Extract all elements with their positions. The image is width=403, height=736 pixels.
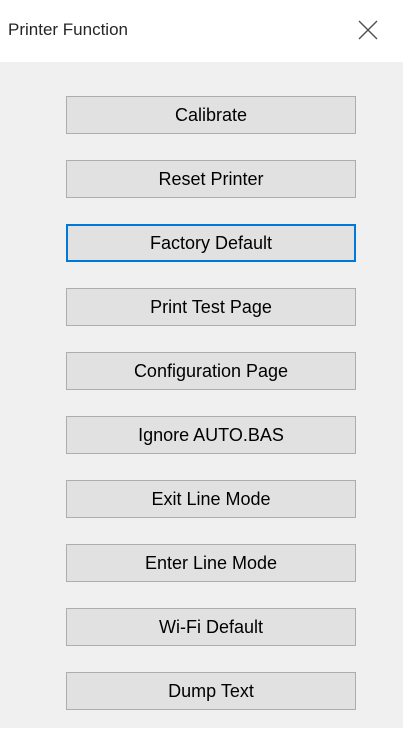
close-icon [358, 20, 378, 40]
ignore-auto-bas-button[interactable]: Ignore AUTO.BAS [66, 416, 356, 454]
dump-text-button[interactable]: Dump Text [66, 672, 356, 710]
function-button-list: Calibrate Reset Printer Factory Default … [66, 96, 356, 736]
print-test-page-button[interactable]: Print Test Page [66, 288, 356, 326]
title-bar: Printer Function [0, 0, 403, 62]
configuration-page-button[interactable]: Configuration Page [66, 352, 356, 390]
calibrate-button[interactable]: Calibrate [66, 96, 356, 134]
reset-printer-button[interactable]: Reset Printer [66, 160, 356, 198]
printer-function-dialog: Printer Function Calibrate Reset Printer… [0, 0, 403, 728]
window-title: Printer Function [8, 20, 128, 39]
exit-line-mode-button[interactable]: Exit Line Mode [66, 480, 356, 518]
factory-default-button[interactable]: Factory Default [66, 224, 356, 262]
wifi-default-button[interactable]: Wi-Fi Default [66, 608, 356, 646]
enter-line-mode-button[interactable]: Enter Line Mode [66, 544, 356, 582]
close-button[interactable] [339, 0, 403, 62]
